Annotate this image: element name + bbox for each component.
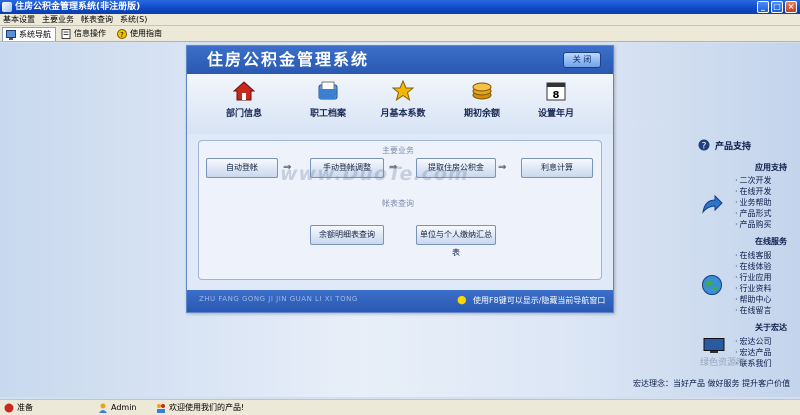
link-industry-data[interactable]: 行业资料 — [735, 283, 772, 294]
nav-employee-files[interactable]: 职工档案 — [293, 80, 363, 130]
tab-info-ops[interactable]: 信息操作 — [58, 27, 110, 41]
nav-monthly-factor[interactable]: 月基本系数 — [368, 79, 438, 130]
coin-icon — [471, 80, 493, 102]
link-secondary-dev[interactable]: 二次开发 — [735, 175, 772, 186]
auto-posting-button[interactable]: 自动登帐 — [206, 158, 278, 178]
svg-text:?: ? — [702, 142, 707, 152]
arrow-icon: ⇒ — [498, 162, 507, 173]
link-product-form[interactable]: 产品形式 — [735, 208, 772, 219]
nav-label: 月基本系数 — [380, 109, 426, 119]
people-icon — [156, 403, 166, 413]
window-title: 住房公积金管理系统(非注册版) — [15, 2, 141, 12]
payment-summary-button[interactable]: 单位与个人缴纳汇总表 — [416, 225, 496, 257]
link-online-experience[interactable]: 在线体验 — [735, 261, 772, 272]
link-online-service[interactable]: 在线客服 — [735, 250, 772, 261]
monitor-icon — [6, 30, 16, 40]
arrow-icon — [701, 194, 723, 216]
house-icon — [232, 80, 256, 102]
menu-report-query[interactable]: 帐表查询 — [81, 15, 113, 25]
star-icon — [391, 79, 415, 102]
status-user: Admin — [98, 402, 137, 414]
workflow-box: 主要业务 自动登帐 ⇒ 手动登帐调整 ⇒ 提取住房公积金 ⇒ 利息计算 帐表查询… — [198, 140, 602, 280]
balance-detail-button[interactable]: 余额明细表查询 — [310, 225, 384, 245]
status-ready: 准备 — [4, 402, 33, 414]
sidebar-heading: 产品支持 — [715, 142, 752, 152]
watermark: www.DuoTe.com — [280, 163, 469, 185]
folder-icon — [317, 80, 339, 102]
calendar-icon: 8 — [545, 80, 567, 102]
status-bar: 准备 Admin 欢迎使用我们的产品! — [0, 399, 800, 415]
help-icon: ? — [698, 139, 710, 152]
close-window-button[interactable]: × — [785, 1, 797, 13]
app-icon — [2, 2, 12, 12]
nav-department-info[interactable]: 部门信息 — [209, 80, 279, 130]
menu-bar: 基本设置 主要业务 帐表查询 系统(S) — [0, 14, 800, 26]
nav-label: 部门信息 — [225, 109, 262, 119]
lightbulb-icon: ● — [457, 293, 467, 306]
maximize-button[interactable]: □ — [771, 1, 783, 13]
link-product-purchase[interactable]: 产品购买 — [735, 219, 772, 230]
footer-pinyin: ZHU FANG GONG JI JIN GUAN LI XI TONG — [199, 295, 358, 303]
sidebar-group-title: 关于宏达 — [755, 323, 787, 332]
status-user-text: Admin — [111, 403, 137, 412]
product-support-sidebar: ? 产品支持 应用支持 二次开发 在线开发 业务帮助 产品形式 产品购买 在线服… — [695, 94, 795, 357]
close-panel-button[interactable]: 关 闭 — [563, 52, 601, 68]
calendar-day: 8 — [553, 90, 560, 101]
panel-footer: ZHU FANG GONG JI JIN GUAN LI XI TONG ● 使… — [187, 290, 613, 312]
document-icon — [61, 29, 71, 39]
link-online-dev[interactable]: 在线开发 — [735, 186, 772, 197]
minimize-button[interactable]: _ — [757, 1, 769, 13]
menu-main-business[interactable]: 主要业务 — [42, 15, 74, 25]
nav-label: 职工档案 — [309, 109, 346, 119]
link-leave-message[interactable]: 在线留言 — [735, 305, 772, 316]
link-hongda-company[interactable]: 宏达公司 — [735, 336, 772, 347]
status-welcome-text: 欢迎使用我们的产品! — [169, 403, 245, 412]
tab-label: 使用指南 — [130, 29, 162, 38]
watermark-green: 绿色资源网 — [700, 358, 746, 368]
link-help-center[interactable]: 帮助中心 — [735, 294, 772, 305]
quick-nav-row: 部门信息 职工档案 月基本系数 期初余额 8 设置年月 — [187, 74, 613, 134]
report-query-label: 帐表查询 — [382, 199, 414, 208]
nav-label: 设置年月 — [537, 109, 574, 119]
nav-opening-balance[interactable]: 期初余额 — [447, 80, 517, 130]
menu-basic-settings[interactable]: 基本设置 — [3, 15, 35, 25]
svg-text:?: ? — [120, 31, 124, 39]
link-industry-apps[interactable]: 行业应用 — [735, 272, 772, 283]
panel-title: 住房公积金管理系统 — [207, 50, 370, 69]
tab-label: 信息操作 — [74, 29, 106, 38]
globe-icon — [701, 274, 723, 296]
interest-calc-button[interactable]: 利息计算 — [521, 158, 593, 178]
panel-header: 住房公积金管理系统 关 闭 — [187, 46, 613, 74]
sidebar-group-title: 应用支持 — [755, 163, 787, 172]
link-business-help[interactable]: 业务帮助 — [735, 197, 772, 208]
user-icon — [98, 403, 108, 413]
tab-system-nav[interactable]: 系统导航 — [2, 27, 56, 41]
nav-set-year-month[interactable]: 8 设置年月 — [521, 80, 591, 130]
tab-user-guide[interactable]: ? 使用指南 — [114, 27, 166, 41]
status-icon — [4, 403, 14, 413]
status-welcome: 欢迎使用我们的产品! — [156, 402, 244, 414]
main-business-label: 主要业务 — [382, 146, 414, 155]
tab-bar: 系统导航 信息操作 ? 使用指南 — [0, 26, 800, 42]
tab-label: 系统导航 — [19, 30, 51, 39]
nav-label: 期初余额 — [463, 109, 500, 119]
menu-system[interactable]: 系统(S) — [120, 15, 147, 25]
sidebar-group-title: 在线服务 — [755, 237, 787, 246]
footer-hint: 使用F8键可以显示/隐藏当前导航窗口 — [473, 296, 606, 305]
status-ready-text: 准备 — [17, 403, 33, 412]
title-bar: 住房公积金管理系统(非注册版) _ □ × — [0, 0, 800, 14]
company-slogan: 宏达理念：当好产品 做好服务 提升客户价值 — [633, 379, 791, 388]
help-icon: ? — [117, 29, 127, 39]
